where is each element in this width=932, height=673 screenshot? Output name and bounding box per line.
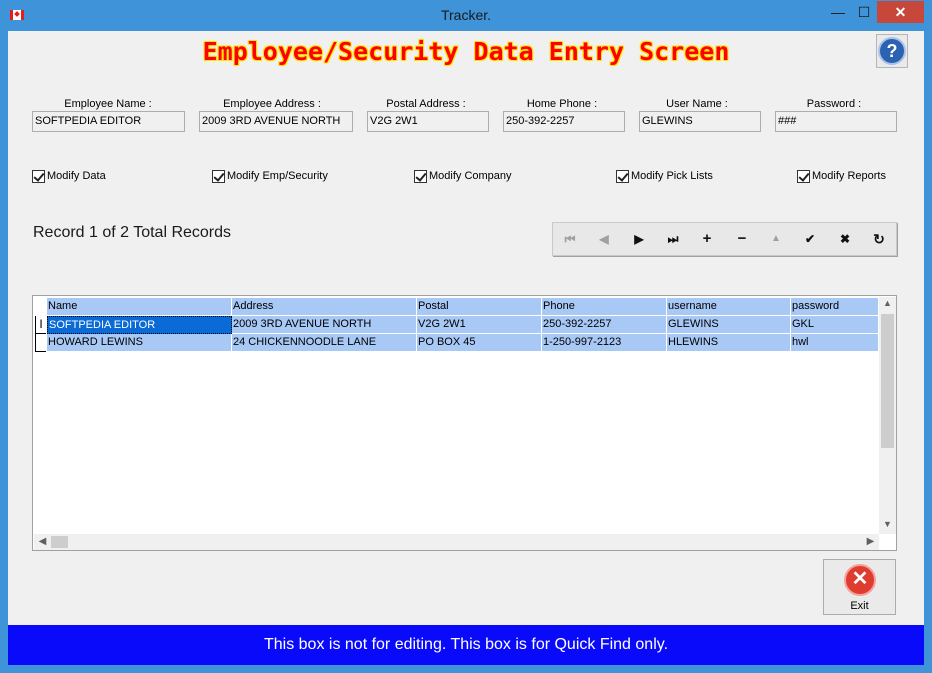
insert-record-button[interactable]: +: [696, 230, 718, 248]
exit-label: Exit: [850, 600, 869, 612]
close-button[interactable]: ✕: [877, 1, 924, 23]
help-icon: ?: [878, 37, 906, 65]
checkbox-check-icon: [414, 170, 427, 183]
column-header-name[interactable]: Name: [47, 298, 232, 315]
column-header-phone[interactable]: Phone: [542, 298, 667, 315]
next-record-button[interactable]: ▶: [628, 230, 650, 248]
modify-data-checkbox[interactable]: Modify Data: [32, 170, 106, 184]
vertical-scrollbar[interactable]: ▲ ▼: [879, 297, 896, 534]
last-record-button[interactable]: ⏭: [662, 230, 684, 248]
checkbox-check-icon: [212, 170, 225, 183]
table-cell[interactable]: HLEWINS: [667, 334, 791, 352]
table-cell[interactable]: GLEWINS: [667, 316, 791, 334]
scroll-down-icon[interactable]: ▼: [879, 519, 896, 529]
employee-address-label: Employee Address :: [223, 98, 321, 110]
maximize-button[interactable]: ☐: [851, 1, 877, 23]
table-cell[interactable]: hwl: [791, 334, 879, 352]
prior-record-button[interactable]: ◀: [593, 230, 615, 248]
employee-grid[interactable]: Name Address Postal Phone username passw…: [32, 295, 897, 551]
column-header-address[interactable]: Address: [232, 298, 417, 315]
modify-data-label: Modify Data: [47, 170, 106, 182]
vertical-scroll-thumb[interactable]: [881, 314, 894, 448]
delete-record-button[interactable]: −: [731, 230, 753, 248]
scroll-up-icon[interactable]: ▲: [879, 298, 896, 308]
modify-reports-checkbox[interactable]: Modify Reports: [797, 170, 886, 184]
record-status: Record 1 of 2 Total Records: [33, 224, 232, 241]
first-record-button[interactable]: ⏮: [559, 230, 581, 248]
modify-pick-lists-checkbox[interactable]: Modify Pick Lists: [616, 170, 713, 184]
quick-find-box[interactable]: This box is not for editing. This box is…: [8, 625, 924, 665]
help-button[interactable]: ?: [876, 34, 908, 68]
password-field[interactable]: ###: [775, 111, 897, 132]
page-title: Employee/Security Data Entry Screen: [202, 37, 730, 66]
table-cell[interactable]: 1-250-997-2123: [542, 334, 667, 352]
table-cell[interactable]: 250-392-2257: [542, 316, 667, 334]
table-cell[interactable]: PO BOX 45: [417, 334, 542, 352]
post-record-button[interactable]: ✔: [799, 230, 821, 248]
exit-button[interactable]: ✕ Exit: [823, 559, 896, 615]
modify-emp-security-label: Modify Emp/Security: [227, 170, 328, 182]
form-client-area: Employee/Security Data Entry Screen ? Em…: [8, 31, 924, 665]
password-label: Password :: [806, 98, 862, 110]
current-row-indicator[interactable]: I: [35, 316, 46, 334]
user-name-field[interactable]: GLEWINS: [639, 111, 761, 132]
refresh-records-button[interactable]: ↻: [868, 230, 890, 248]
table-cell[interactable]: HOWARD LEWINS: [47, 334, 232, 352]
employee-name-field[interactable]: SOFTPEDIA EDITOR: [32, 111, 185, 132]
minimize-button[interactable]: —: [825, 1, 851, 23]
horizontal-scroll-thumb[interactable]: [51, 536, 68, 548]
column-header-postal[interactable]: Postal: [417, 298, 542, 315]
record-navigator: ⏮ ◀ ▶ ⏭ + − ▲ ✔ ✖ ↻: [552, 222, 897, 256]
table-cell[interactable]: SOFTPEDIA EDITOR: [47, 316, 232, 334]
cancel-edit-button[interactable]: ✖: [834, 230, 856, 248]
employee-name-label: Employee Name :: [64, 98, 152, 110]
checkbox-check-icon: [797, 170, 810, 183]
employee-address-field[interactable]: 2009 3RD AVENUE NORTH: [199, 111, 353, 132]
column-header-username[interactable]: username: [667, 298, 791, 315]
modify-emp-security-checkbox[interactable]: Modify Emp/Security: [212, 170, 328, 184]
checkbox-check-icon: [616, 170, 629, 183]
exit-icon: ✕: [844, 564, 876, 596]
user-name-label: User Name :: [666, 98, 728, 110]
edit-record-button[interactable]: ▲: [765, 230, 787, 248]
modify-company-label: Modify Company: [429, 170, 512, 182]
table-cell[interactable]: GKL: [791, 316, 879, 334]
home-phone-field[interactable]: 250-392-2257: [503, 111, 625, 132]
modify-reports-label: Modify Reports: [812, 170, 886, 182]
postal-address-field[interactable]: V2G 2W1: [367, 111, 489, 132]
table-cell[interactable]: 2009 3RD AVENUE NORTH: [232, 316, 417, 334]
horizontal-scrollbar[interactable]: ◀ ▶: [34, 534, 879, 550]
title-bar[interactable]: Tracker. — ☐ ✕: [0, 0, 932, 31]
scroll-right-icon[interactable]: ▶: [862, 534, 879, 550]
window-title: Tracker.: [440, 7, 492, 23]
scroll-left-icon[interactable]: ◀: [34, 534, 51, 550]
column-header-password[interactable]: password: [791, 298, 879, 315]
app-window: Tracker. — ☐ ✕ Employee/Security Data En…: [0, 0, 932, 673]
table-cell[interactable]: 24 CHICKENNOODLE LANE: [232, 334, 417, 352]
modify-company-checkbox[interactable]: Modify Company: [414, 170, 512, 184]
row-indicator[interactable]: [35, 334, 46, 352]
table-cell[interactable]: V2G 2W1: [417, 316, 542, 334]
modify-pick-lists-label: Modify Pick Lists: [631, 170, 713, 182]
checkbox-check-icon: [32, 170, 45, 183]
